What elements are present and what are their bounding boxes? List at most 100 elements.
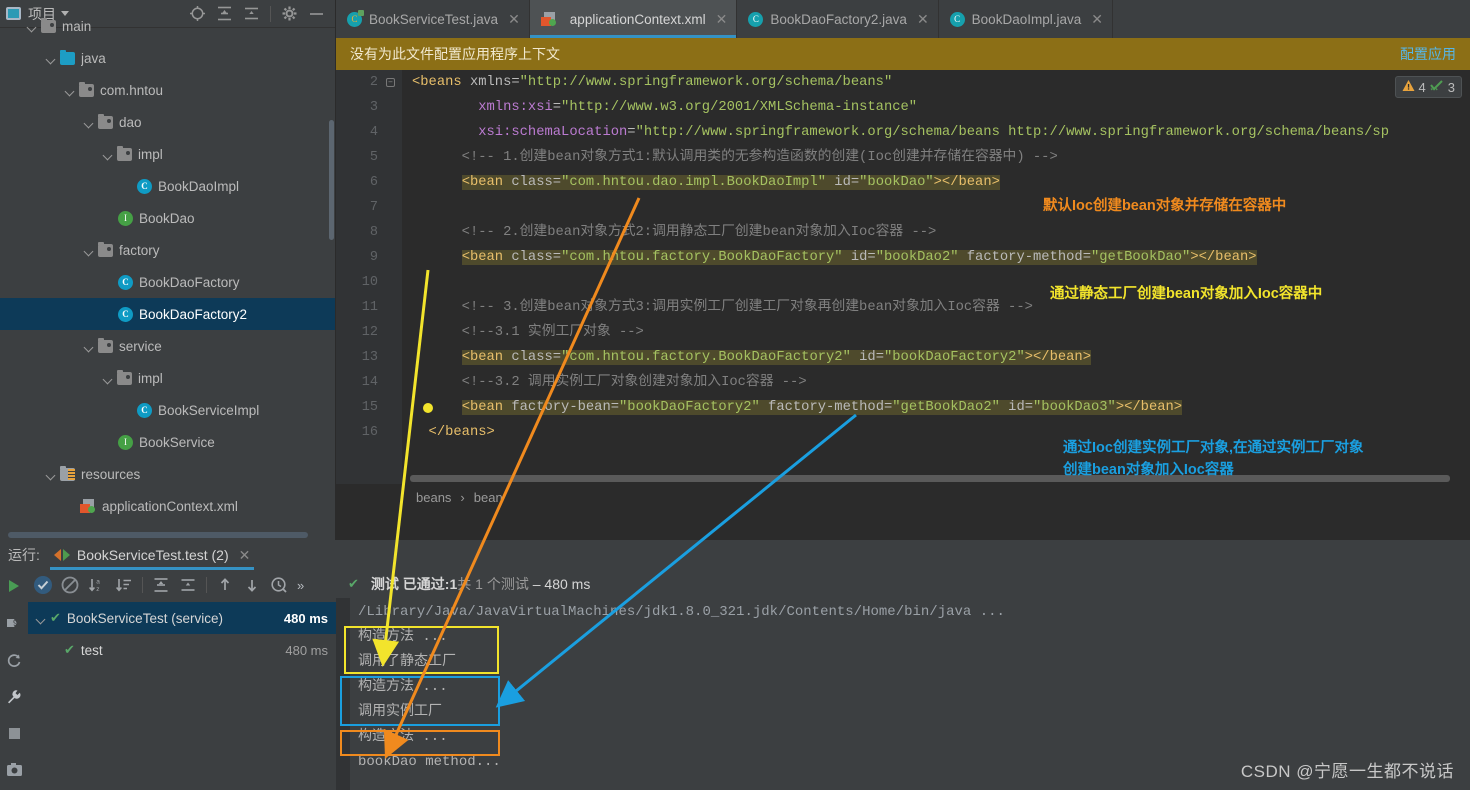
chevron-down-icon[interactable]	[84, 117, 95, 128]
editor-tab-label: applicationContext.xml	[569, 11, 706, 27]
run-panel-header: 运行: BookServiceTest.test (2) ✕	[0, 540, 1470, 570]
code-line[interactable]: <!--3.1 实例工厂对象 -->	[402, 320, 1470, 345]
close-icon[interactable]: ✕	[917, 11, 929, 28]
code-line[interactable]: <!-- 1.创建bean对象方式1:默认调用类的无参构造函数的创建(Ioc创建…	[402, 145, 1470, 170]
chevron-down-icon[interactable]	[36, 613, 47, 624]
status-prefix: 测试	[370, 576, 399, 592]
tree-item-main[interactable]: main	[0, 10, 335, 42]
run-tab-bookservicetest[interactable]: BookServiceTest.test (2) ✕	[49, 540, 255, 570]
run-tab-label: BookServiceTest.test (2)	[76, 547, 229, 563]
tree-vertical-scrollbar[interactable]	[329, 120, 334, 240]
tree-item-bookdao[interactable]: I BookDao	[0, 202, 335, 234]
tree-item-com-hntou[interactable]: com.hntou	[0, 74, 335, 106]
tree-item-impl[interactable]: impl	[0, 138, 335, 170]
close-icon[interactable]: ✕	[716, 11, 728, 28]
next-failed-test-icon[interactable]	[243, 576, 261, 594]
chevron-down-icon[interactable]	[46, 53, 57, 64]
editor-tab-bookdaoimpl-java[interactable]: BookDaoImpl.java ✕	[939, 0, 1113, 38]
tree-item-bookdaoimpl[interactable]: C BookDaoImpl	[0, 170, 335, 202]
editor-tabbar[interactable]: BookServiceTest.java✕applicationContext.…	[336, 0, 1470, 38]
previous-failed-test-icon[interactable]	[216, 576, 234, 594]
run-left-rail[interactable]: 9 »	[0, 570, 28, 790]
code-token: "com.hntou.factory.BookDaoFactory"	[561, 250, 843, 265]
editor-tab-bookservicetest-java[interactable]: BookServiceTest.java ✕	[336, 0, 530, 38]
tree-item-service[interactable]: service	[0, 330, 335, 362]
code-line[interactable]: <!--3.2 调用实例工厂对象创建对象加入Ioc容器 -->	[402, 370, 1470, 395]
expand-all-icon[interactable]	[152, 576, 170, 594]
line-number: 3	[369, 100, 378, 115]
code-line[interactable]: <bean class="com.hntou.factory.BookDaoFa…	[402, 245, 1470, 270]
screenshot-icon[interactable]	[6, 762, 23, 782]
chevron-down-icon[interactable]	[84, 341, 95, 352]
test-history-icon[interactable]	[270, 576, 288, 594]
editor-tab-label: BookServiceTest.java	[369, 11, 499, 27]
chevron-down-icon[interactable]	[46, 469, 57, 480]
code-line[interactable]: xmlns:xsi="http://www.w3.org/2001/XMLSch…	[402, 95, 1470, 120]
code-token: "com.hntou.dao.impl.BookDaoImpl"	[561, 175, 827, 190]
chevron-down-icon[interactable]	[103, 149, 114, 160]
code-line[interactable]: <beans xmlns="http://www.springframework…	[402, 70, 1470, 95]
java-class-icon	[949, 11, 965, 27]
tree-item-dao[interactable]: dao	[0, 106, 335, 138]
test-row[interactable]: ✔ BookServiceTest (service) 480 ms	[28, 602, 336, 634]
editor-tab-applicationcontext-xml[interactable]: applicationContext.xml ✕	[529, 0, 738, 38]
configure-application-context-link[interactable]: 配置应用	[1400, 44, 1456, 64]
package-folder-icon	[98, 241, 113, 257]
tree-item-bookserviceimpl[interactable]: C BookServiceImpl	[0, 394, 335, 426]
more-icon[interactable]: »	[297, 578, 304, 593]
chevron-down-icon[interactable]	[27, 21, 38, 32]
close-icon[interactable]: ✕	[239, 547, 251, 564]
tree-item-bookdaofactory2[interactable]: C BookDaoFactory2	[0, 298, 335, 330]
tree-item-impl[interactable]: impl	[0, 362, 335, 394]
code-token: "bookDao2"	[875, 250, 959, 265]
code-line[interactable]: <!-- 2.创建bean对象方式2:调用静态工厂创建bean对象加入Ioc容器…	[402, 220, 1470, 245]
code-token: xmlns	[469, 75, 512, 90]
code-line[interactable]: <bean factory-bean="bookDaoFactory2" fac…	[402, 395, 1470, 420]
stop-icon[interactable]	[7, 726, 22, 746]
test-results-tree[interactable]: ✔ BookServiceTest (service) 480 ms ✔ test 480…	[28, 602, 336, 790]
collapse-all-icon[interactable]	[179, 576, 197, 594]
check-icon: ✔	[348, 576, 359, 591]
tree-horizontal-scrollbar[interactable]	[8, 532, 308, 538]
tree-item-applicationcontext-xml[interactable]: applicationContext.xml	[0, 490, 335, 522]
debug-icon[interactable]: 9	[5, 615, 23, 636]
close-icon[interactable]: ✕	[508, 11, 520, 28]
chevron-down-icon[interactable]	[103, 373, 114, 384]
breadcrumb[interactable]: beans › bean	[336, 484, 1470, 510]
breadcrumb-item-bean[interactable]: bean	[474, 490, 503, 505]
inspection-status-badge[interactable]: 4 3	[1394, 76, 1462, 98]
hide-ignored-tests-toggle[interactable]	[61, 576, 79, 594]
tree-item-bookdaofactory[interactable]: C BookDaoFactory	[0, 266, 335, 298]
sort-alphabetically-icon[interactable]: az	[88, 576, 106, 594]
settings-wrench-icon[interactable]	[6, 689, 22, 710]
test-label: test	[80, 642, 103, 658]
code-line[interactable]: <bean class="com.hntou.factory.BookDaoFa…	[402, 345, 1470, 370]
tree-item-bookservice[interactable]: I BookService	[0, 426, 335, 458]
project-tree[interactable]: main java com.hntou dao impl C BookDaoImpl I Boo…	[0, 10, 335, 522]
code-line[interactable]	[402, 195, 1470, 220]
chevron-down-icon[interactable]	[84, 245, 95, 256]
code-line[interactable]: <bean class="com.hntou.dao.impl.BookDaoI…	[402, 170, 1470, 195]
code-fold-toggle[interactable]: –	[386, 78, 395, 87]
show-passed-tests-toggle[interactable]	[34, 576, 52, 594]
chevron-down-icon[interactable]	[65, 85, 76, 96]
sort-by-duration-icon[interactable]	[115, 576, 133, 594]
close-icon[interactable]: ✕	[1091, 11, 1103, 28]
rerun-failed-icon[interactable]	[6, 652, 22, 673]
run-toolbar[interactable]: az »	[28, 570, 336, 600]
breadcrumb-item-beans[interactable]: beans	[416, 490, 451, 505]
line-number: 5	[369, 150, 378, 165]
code-line[interactable]: xsi:schemaLocation="http://www.springfra…	[402, 120, 1470, 145]
tree-item-label: dao	[119, 114, 142, 130]
test-row[interactable]: ✔ test 480 ms	[28, 634, 336, 666]
status-time: 480 ms	[544, 576, 591, 592]
code-token: id	[850, 350, 876, 365]
code-token: <bean	[461, 250, 512, 265]
tree-item-factory[interactable]: factory	[0, 234, 335, 266]
tree-item-resources[interactable]: resources	[0, 458, 335, 490]
run-icon[interactable]	[6, 578, 22, 599]
tree-item-java[interactable]: java	[0, 42, 335, 74]
editor-tab-bookdaofactory2-java[interactable]: BookDaoFactory2.java ✕	[737, 0, 939, 38]
